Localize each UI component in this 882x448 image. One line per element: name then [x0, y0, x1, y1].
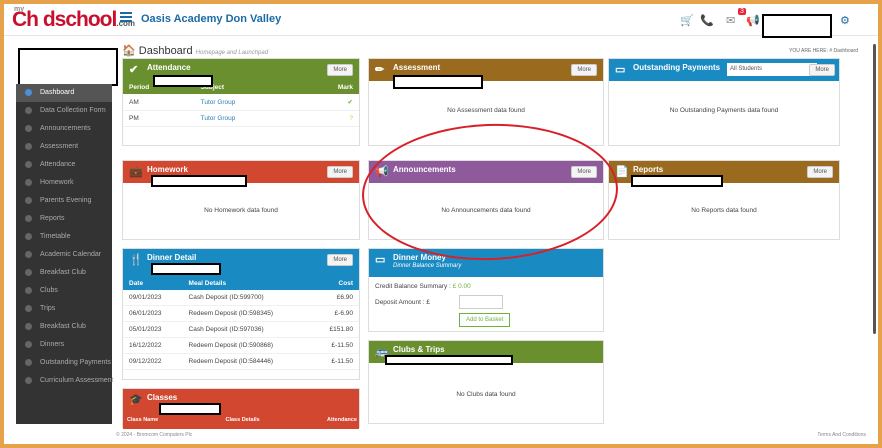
- classes-panel: 🎓 Classes Class Name Class Details Attendan…: [122, 388, 360, 429]
- homework-panel: 💼 Homework More No Homework data found: [122, 160, 360, 240]
- nav-icon: [25, 89, 32, 96]
- school-name: Oasis Academy Don Valley: [141, 13, 282, 25]
- document-icon: 📄: [615, 166, 629, 178]
- nav-icon: [25, 125, 32, 132]
- pencil-icon: ✏: [375, 64, 385, 76]
- present-icon: ✔: [298, 94, 359, 111]
- footer: © 2024 - Bromcom Computers Plc Terms And …: [116, 432, 866, 438]
- redacted-name: [151, 263, 221, 275]
- table-row: AM Tutor Group ✔: [123, 94, 359, 111]
- nav-icon: [25, 179, 32, 186]
- sidebar-item-timetable[interactable]: Timetable: [16, 228, 112, 246]
- sidebar-item-homework[interactable]: Homework: [16, 174, 112, 192]
- sidebar-item-attendance[interactable]: Attendance: [16, 156, 112, 174]
- redacted-name: [153, 75, 213, 87]
- nav-icon: [25, 305, 32, 312]
- homework-more-button[interactable]: More: [327, 166, 353, 178]
- table-row: 05/01/2023 Cash Deposit (ID:597036) £151.8…: [123, 321, 359, 338]
- sidebar: Dashboard Data Collection Form Announcemen…: [16, 84, 114, 424]
- nav-icon: [25, 215, 32, 222]
- attendance-panel: ✔ Attendance More Period Subject Mark AM Tu…: [122, 58, 360, 146]
- student-select[interactable]: All Students⌄: [727, 63, 817, 76]
- sidebar-item-breakfast-club[interactable]: Breakfast Club: [16, 264, 112, 282]
- sidebar-item-reports[interactable]: Reports: [16, 210, 112, 228]
- notification-badge: 3: [738, 8, 746, 15]
- phone-icon[interactable]: 📞: [700, 14, 714, 27]
- app-window: my Ch dschool.com Oasis Academy Don Valle…: [4, 4, 878, 444]
- breadcrumb: 🏠 Dashboard Homepage and Launchpad: [122, 45, 269, 57]
- table-row: 16/12/2022 Redeem Deposit (ID:590868) £-11…: [123, 337, 359, 354]
- table-row: 09/01/2023 Cash Deposit (ID:599700) £6.90: [123, 290, 359, 306]
- nav-icon: [25, 377, 32, 384]
- cutlery-icon: 🍴: [129, 254, 143, 266]
- payments-panel: ▭Outstanding Payments All Students⌄ More…: [608, 58, 840, 146]
- nav-icon: [25, 197, 32, 204]
- nav-icon: [25, 161, 32, 168]
- redacted-name: [631, 175, 723, 187]
- table-row: 09/12/2022 Redeem Deposit (ID:584446) £-11…: [123, 353, 359, 370]
- sidebar-item-clubs[interactable]: Clubs: [16, 282, 112, 300]
- top-bar: my Ch dschool.com Oasis Academy Don Valle…: [4, 4, 878, 38]
- sidebar-item-trips[interactable]: Trips: [16, 300, 112, 318]
- dinner-detail-panel: 🍴 Dinner Detail More Date Meal Details Cost 0…: [122, 248, 360, 380]
- sidebar-item-data-collection-form[interactable]: Data Collection Form: [16, 102, 112, 120]
- nav-icon: [25, 341, 32, 348]
- table-row: 06/01/2023 Redeem Deposit (ID:598345) £-6.…: [123, 305, 359, 322]
- redacted-user: [762, 14, 832, 38]
- sidebar-item-parents-evening[interactable]: Parents Evening: [16, 192, 112, 210]
- sidebar-item-assessment[interactable]: Assessment: [16, 138, 112, 156]
- sidebar-item-breakfast-club[interactable]: Breakfast Club: [16, 318, 112, 336]
- sidebar-item-outstanding-payments[interactable]: Outstanding Payments: [16, 354, 112, 372]
- check-icon: ✔: [129, 64, 139, 76]
- sidebar-item-academic-calendar[interactable]: Academic Calendar: [16, 246, 112, 264]
- nav-icon: [25, 323, 32, 330]
- payments-more-button[interactable]: More: [809, 64, 835, 76]
- mail-icon[interactable]: ✉: [726, 14, 735, 27]
- redacted-student: [18, 48, 118, 86]
- nav-icon: [25, 269, 32, 276]
- table-row: PM Tutor Group?: [123, 110, 359, 127]
- nav-icon: [25, 359, 32, 366]
- basket-icon[interactable]: 🛒: [680, 14, 694, 27]
- scrollbar[interactable]: [873, 44, 876, 334]
- redacted-name: [393, 75, 483, 89]
- money-icon: ▭: [375, 254, 386, 266]
- redacted-name: [385, 355, 513, 365]
- sidebar-item-dinners[interactable]: Dinners: [16, 336, 112, 354]
- nav-icon: [25, 287, 32, 294]
- clubs-panel: 🚌 Clubs & Trips No Clubs data found: [368, 340, 604, 424]
- redacted-name: [159, 403, 221, 415]
- mortarboard-icon: 🎓: [129, 394, 143, 406]
- attendance-more-button[interactable]: More: [327, 64, 353, 76]
- dinner-more-button[interactable]: More: [327, 254, 353, 266]
- nav-icon: [25, 233, 32, 240]
- terms-link[interactable]: Terms And Conditions: [817, 432, 866, 438]
- dinner-money-panel: ▭ Dinner Money Dinner Balance Summary Cred…: [368, 248, 604, 332]
- nav-icon: [25, 251, 32, 258]
- mychildschool-logo[interactable]: my Ch dschool.com: [12, 6, 135, 32]
- nav-icon: [25, 107, 32, 114]
- deposit-amount-input[interactable]: [459, 295, 503, 309]
- payment-icon: ▭: [615, 64, 626, 76]
- add-to-basket-button[interactable]: Add to Basket: [459, 313, 511, 327]
- reports-more-button[interactable]: More: [807, 166, 833, 178]
- redacted-name: [151, 175, 247, 187]
- briefcase-icon: 💼: [129, 166, 143, 178]
- sidebar-item-dashboard[interactable]: Dashboard: [16, 84, 112, 102]
- nav-icon: [25, 143, 32, 150]
- assessment-more-button[interactable]: More: [571, 64, 597, 76]
- sidebar-item-announcements[interactable]: Announcements: [16, 120, 112, 138]
- gear-icon[interactable]: ⚙: [840, 14, 850, 27]
- megaphone-icon[interactable]: 📢: [746, 14, 760, 27]
- unknown-icon: ?: [298, 110, 359, 127]
- page-title: Dashboard: [138, 45, 193, 57]
- reports-panel: 📄 Reports More No Reports data found: [608, 160, 840, 240]
- sidebar-item-curriculum-assessment[interactable]: Curriculum Assessment: [16, 372, 114, 390]
- menu-toggle-icon[interactable]: [120, 12, 132, 14]
- you-are-here: YOU ARE HERE: # Dashboard: [789, 48, 858, 54]
